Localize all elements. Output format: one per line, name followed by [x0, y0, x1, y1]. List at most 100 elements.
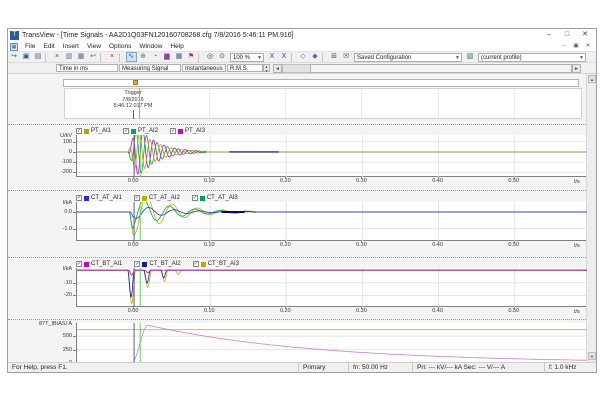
- binoculars-icon[interactable]: ◎: [205, 52, 216, 62]
- y-tick-label: -10: [50, 280, 72, 286]
- status-bar: For Help, press F1. Primary fn: 50.00 Hz…: [8, 362, 596, 372]
- paste-icon[interactable]: ▦: [76, 52, 87, 62]
- save-icon[interactable]: ▣: [21, 52, 32, 62]
- scroll-down-icon[interactable]: ▼: [588, 352, 596, 360]
- x-tick-mark: [361, 177, 362, 179]
- row-separator[interactable]: [8, 124, 596, 126]
- minimize-button[interactable]: –: [540, 29, 558, 41]
- zoom-y-icon[interactable]: X: [279, 52, 290, 62]
- toolbar-separator: [45, 53, 50, 62]
- scroll-up-icon[interactable]: ▲: [588, 75, 596, 83]
- child-window-icon[interactable]: ▦: [10, 43, 18, 51]
- undo-icon[interactable]: ↩: [88, 52, 99, 62]
- legend-checkbox[interactable]: ✓: [193, 261, 199, 267]
- legend-item: ✓CT_BT_AI1: [76, 261, 122, 267]
- scroll-right-icon[interactable]: ►: [572, 64, 581, 73]
- legend-checkbox[interactable]: ✓: [76, 128, 82, 134]
- legend-checkbox[interactable]: ✓: [76, 261, 82, 267]
- plot-ct-bt-currents[interactable]: [76, 268, 586, 307]
- cursor-line-dark[interactable]: [133, 110, 134, 119]
- legend-color-swatch: [200, 196, 205, 201]
- cut-icon[interactable]: ×: [52, 52, 63, 62]
- envelope-icon[interactable]: ✉: [341, 52, 352, 62]
- zoom-level-select[interactable]: 100 %▼: [230, 53, 264, 62]
- child-close-button[interactable]: ✕: [582, 43, 594, 49]
- plot-pt-voltages[interactable]: [76, 135, 586, 177]
- menu-item-insert[interactable]: Insert: [59, 43, 83, 50]
- print-icon[interactable]: ▤: [33, 52, 44, 62]
- plot-ct-at-currents[interactable]: [76, 202, 586, 241]
- legend-checkbox[interactable]: ✓: [76, 195, 82, 201]
- x-tick-mark: [133, 177, 134, 179]
- legend-color-swatch: [84, 129, 89, 134]
- cursor-line-green[interactable]: [139, 88, 140, 119]
- menu-item-edit[interactable]: Edit: [39, 43, 58, 50]
- x-axis-unit: t/s: [574, 243, 580, 249]
- grid-icon[interactable]: ⊞: [329, 52, 340, 62]
- current-profile-select[interactable]: (current profile)▼: [478, 53, 586, 62]
- table-view-icon[interactable]: ▦: [174, 52, 185, 62]
- zoom-x-icon[interactable]: X: [267, 52, 278, 62]
- menu-item-view[interactable]: View: [83, 43, 105, 50]
- menu-item-options[interactable]: Options: [105, 43, 135, 50]
- time-signals-icon[interactable]: ∿: [126, 52, 137, 62]
- x-tick-mark: [514, 177, 515, 179]
- legend-checkbox[interactable]: ✓: [134, 195, 140, 201]
- locus-diagram-icon[interactable]: ◔: [150, 52, 161, 62]
- menu-item-file[interactable]: File: [21, 43, 39, 50]
- legend-label: CT_AT_AI1: [91, 195, 122, 201]
- toolbar-separator: [291, 53, 296, 62]
- phasor-diagram-icon[interactable]: ⊕: [138, 52, 149, 62]
- signal-spinner[interactable]: ▲ ▼: [263, 64, 270, 72]
- scroll-left-icon[interactable]: ◄: [273, 64, 282, 73]
- legend-checkbox[interactable]: ✓: [170, 128, 176, 134]
- legend-checkbox[interactable]: ✓: [192, 195, 198, 201]
- legend-checkbox[interactable]: ✓: [123, 128, 129, 134]
- close-button[interactable]: ✕: [576, 29, 594, 41]
- saved-configuration-select[interactable]: Saved Configuration▼: [354, 53, 462, 62]
- trigger-panel-gridline: [285, 89, 286, 118]
- legend-label: CT_AT_AI2: [149, 195, 180, 201]
- menu-item-window[interactable]: Window: [135, 43, 166, 50]
- waveform-PT_AI2: [77, 135, 587, 173]
- legend-item: ✓PT_AI2: [123, 128, 158, 134]
- record-overview-bar[interactable]: [63, 79, 579, 87]
- row-separator[interactable]: [8, 257, 596, 259]
- time-scrollbar-thumb[interactable]: [310, 64, 572, 73]
- zoom-icon[interactable]: ⊙: [217, 52, 228, 62]
- row-separator[interactable]: [8, 190, 596, 192]
- x-tick-mark: [209, 241, 210, 243]
- legend-checkbox[interactable]: ✓: [134, 261, 140, 267]
- legend-color-swatch: [201, 262, 206, 267]
- pan-icon[interactable]: ◇: [298, 52, 309, 62]
- bar-diagram-icon[interactable]: ▆: [162, 52, 173, 62]
- child-restore-button[interactable]: ▣: [570, 43, 582, 49]
- child-minimize-button[interactable]: –: [558, 43, 570, 49]
- x-tick-mark: [285, 307, 286, 309]
- apply-profile-icon[interactable]: ▧: [465, 52, 476, 62]
- trigger-marker[interactable]: [133, 80, 138, 85]
- status-nominal-frequency: fn: 50.00 Hz: [348, 363, 412, 373]
- rms-field[interactable]: R.M.S.: [227, 64, 263, 72]
- plot-restraint-current[interactable]: [76, 323, 586, 362]
- measuring-signal-field[interactable]: Measuring Signal: [119, 64, 181, 72]
- delete-icon[interactable]: ×: [107, 52, 118, 62]
- menu-item-help[interactable]: Help: [166, 43, 187, 50]
- y-tick-mark: [73, 162, 76, 163]
- x-axis-unit: t/s: [574, 179, 580, 185]
- x-tick-mark: [438, 307, 439, 309]
- instantaneous-field[interactable]: Instantaneous: [182, 64, 226, 72]
- legend-pt-voltages: ✓PT_AI1✓PT_AI2✓PT_AI3: [76, 127, 217, 135]
- y-tick-mark: [73, 172, 76, 173]
- maximize-button[interactable]: □: [558, 29, 576, 41]
- copy-icon[interactable]: ▥: [64, 52, 75, 62]
- y-tick-label: 100: [50, 139, 72, 145]
- vertical-scrollbar[interactable]: ▲ ▼: [586, 74, 596, 362]
- fit-view-icon[interactable]: ◆: [310, 52, 321, 62]
- row-separator[interactable]: [8, 319, 596, 321]
- spinner-down-icon[interactable]: ▼: [264, 69, 269, 73]
- y-axis-unit: I/kA: [10, 200, 72, 206]
- time-axis-field[interactable]: Time in ms: [56, 64, 118, 72]
- open-icon[interactable]: ↪: [9, 52, 20, 62]
- vector-view-icon[interactable]: ⚑: [186, 52, 197, 62]
